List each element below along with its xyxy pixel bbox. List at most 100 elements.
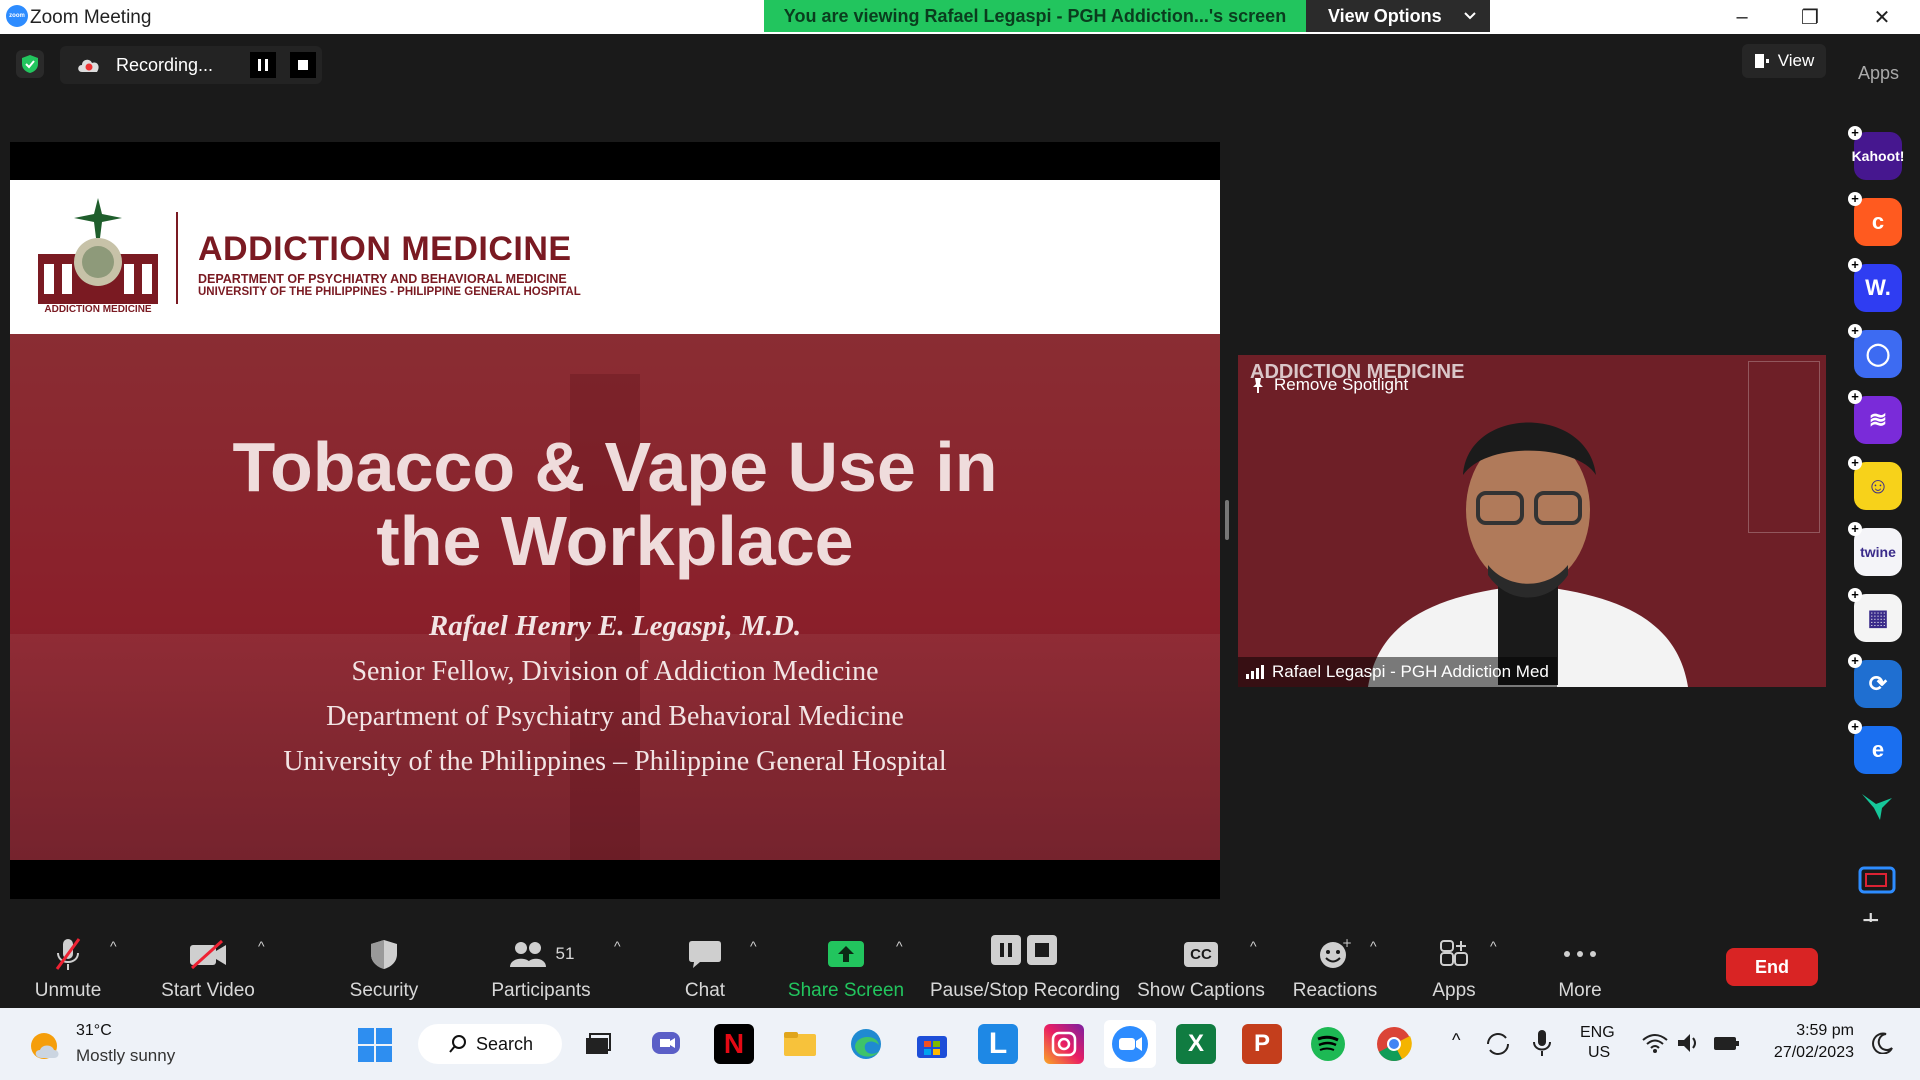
twine-app-icon[interactable]: twine [1854,528,1902,576]
close-button[interactable]: ✕ [1852,0,1912,34]
participant-person [1368,422,1688,687]
participants-button[interactable]: 51 Participants [480,922,602,1008]
minimize-button[interactable]: – [1712,0,1772,34]
blocks-app-app-icon[interactable]: ▦ [1854,594,1902,642]
addiction-medicine-logo: ADDICTION MEDICINE [38,198,158,315]
microsoft-store-icon[interactable] [912,1024,952,1064]
captions-chevron-icon[interactable]: ^ [1250,938,1257,954]
show-captions-button[interactable]: CC Show Captions [1136,922,1266,1008]
edge-browser-icon[interactable] [846,1024,886,1064]
file-explorer-icon[interactable] [780,1024,820,1064]
reactions-chevron-icon[interactable]: ^ [1370,938,1377,954]
taskbar-search-box[interactable]: Search [418,1024,562,1064]
start-video-button[interactable]: Start Video [150,922,266,1008]
security-label: Security [349,980,419,1001]
powerpoint-icon[interactable]: P [1242,1024,1282,1064]
add-app-plus-icon[interactable]: + [1848,720,1862,734]
apps-grid-icon [1440,940,1468,966]
clock[interactable]: 3:59 pm 27/02/2023 [1764,1022,1854,1062]
apps-button[interactable]: Apps [1404,922,1504,1008]
split-resize-handle[interactable] [1225,500,1229,540]
unmute-label: Unmute [34,980,102,1001]
participants-chevron-icon[interactable]: ^ [614,938,621,954]
volume-icon[interactable] [1676,1032,1702,1054]
recording-indicator: Recording... [60,46,322,84]
instagram-icon[interactable] [1044,1024,1084,1064]
add-app-plus-icon[interactable]: + [1848,588,1862,602]
svg-text:+: + [1342,938,1352,950]
view-options-label: View Options [1328,5,1442,26]
slide-header-department: DEPARTMENT OF PSYCHIATRY AND BEHAVIORAL … [198,272,567,286]
add-app-plus-icon[interactable]: + [1848,258,1862,272]
zoom-taskbar-icon[interactable] [1104,1020,1156,1068]
chat-bubble-icon [689,941,721,968]
share-screen-icon [828,941,864,967]
header-divider [176,212,178,304]
netflix-icon[interactable]: N [714,1024,754,1064]
language-indicator[interactable]: ENG US [1580,1024,1615,1062]
cast-app-icon[interactable] [1858,864,1896,896]
audio-options-chevron-icon[interactable]: ^ [110,938,117,954]
sync-app-app-icon[interactable]: ⟳ [1854,660,1902,708]
unmute-button[interactable]: Unmute [20,922,116,1008]
share-screen-button[interactable]: Share Screen [786,922,906,1008]
sync-status-icon[interactable] [1484,1030,1512,1058]
security-shield-icon [371,940,397,969]
show-hidden-icons-chevron[interactable]: ^ [1452,1030,1460,1051]
kahoot--app-icon[interactable]: Kahoot! [1852,132,1904,180]
teams-chat-icon[interactable] [646,1024,686,1064]
w-app-app-icon[interactable]: W. [1854,264,1902,312]
notifications-moon-icon[interactable] [1872,1032,1894,1054]
weather-description[interactable]: Mostly sunny [76,1046,175,1066]
microphone-tray-icon[interactable] [1532,1028,1552,1058]
add-app-plus-icon[interactable]: + [1848,390,1862,404]
e-app-app-icon[interactable]: e [1854,726,1902,774]
captions-icon: CC [1184,941,1218,967]
spotify-icon[interactable] [1308,1024,1348,1064]
pin-icon [1253,378,1263,393]
battery-icon[interactable] [1712,1032,1742,1054]
restore-button[interactable]: ❐ [1780,0,1840,34]
share-screen-chevron-icon[interactable]: ^ [896,938,903,954]
participant-video-tile[interactable]: ADDICTION MEDICINE Remove Spotlight Rafa… [1238,355,1826,687]
video-options-chevron-icon[interactable]: ^ [258,938,265,954]
reactions-button[interactable]: + Reactions [1284,922,1386,1008]
add-app-plus-icon[interactable]: + [1848,522,1862,536]
chat-button[interactable]: Chat [660,922,750,1008]
signal-strength-icon [1246,665,1264,679]
slide-title-line-1: Tobacco & Vape Use in [232,428,998,506]
pause-stop-recording-button[interactable]: Pause/Stop Recording [930,922,1120,1008]
chat-chevron-icon[interactable]: ^ [750,938,757,954]
add-app-plus-icon[interactable]: + [1848,192,1862,206]
chrome-icon[interactable] [1374,1024,1414,1064]
wave-app-app-icon[interactable]: ≋ [1854,396,1902,444]
share-screen-label: Share Screen [787,980,905,1001]
add-app-plus-icon[interactable]: + [1848,654,1862,668]
hummingbird-app-icon[interactable] [1858,790,1898,822]
add-app-plus-icon[interactable]: + [1848,324,1862,338]
add-app-plus-icon[interactable]: + [1848,126,1862,140]
task-view-icon[interactable] [578,1024,618,1064]
emoji-app-app-icon[interactable]: ☺ [1854,462,1902,510]
end-meeting-button[interactable]: End [1726,948,1818,986]
weather-temperature[interactable]: 31°C [76,1022,112,1040]
apps-chevron-icon[interactable]: ^ [1490,938,1497,954]
c-app-app-icon[interactable]: c [1854,198,1902,246]
view-options-button[interactable]: View Options [1306,0,1490,32]
stop-recording-button[interactable] [290,52,316,78]
pause-recording-button[interactable] [250,52,276,78]
l-app-icon[interactable]: L [978,1024,1018,1064]
add-app-plus-icon[interactable]: + [1848,456,1862,470]
wifi-icon[interactable] [1642,1032,1668,1054]
view-layout-button[interactable]: View [1742,44,1826,78]
windows-start-icon[interactable] [358,1028,392,1062]
excel-icon[interactable]: X [1176,1024,1216,1064]
more-label: More [1558,980,1602,1001]
circle-app-app-icon[interactable]: ◯ [1854,330,1902,378]
security-button[interactable]: Security [334,922,434,1008]
encryption-shield-icon[interactable] [16,50,44,78]
more-button[interactable]: More [1530,922,1630,1008]
sunny-weather-icon[interactable] [28,1028,64,1064]
participant-name: Rafael Legaspi - PGH Addiction Med [1272,662,1549,681]
video-background-logos [1748,361,1820,533]
